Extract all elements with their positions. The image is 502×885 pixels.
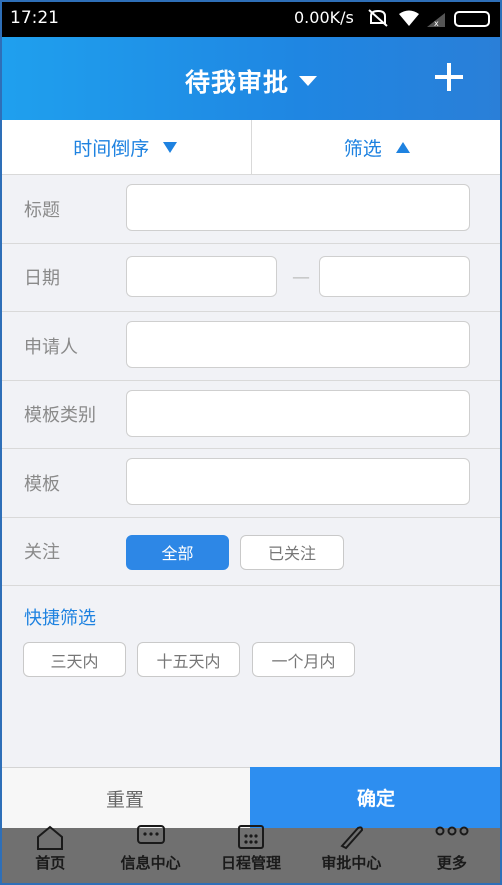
nav-item-messages[interactable]: 信息中心 <box>100 825 200 885</box>
template-row: 模板 <box>0 449 502 518</box>
sort-filter-bar: 时间倒序 筛选 <box>0 120 502 175</box>
reset-button[interactable]: 重置 <box>0 767 250 828</box>
applicant-input[interactable] <box>126 321 470 368</box>
header-title-dropdown[interactable]: 待我审批 <box>0 63 502 99</box>
title-label: 标题 <box>24 199 60 221</box>
tab-filter[interactable]: 筛选 <box>252 120 502 174</box>
network-speed: 0.00K/s <box>294 8 354 27</box>
nav-item-approval[interactable]: 审批中心 <box>301 826 401 885</box>
plus-icon[interactable] <box>433 61 465 93</box>
template-category-row: 模板类别 <box>0 381 502 449</box>
date-from-input[interactable] <box>126 255 277 297</box>
nav-label-messages: 信息中心 <box>120 854 181 872</box>
quick-filter-one-month[interactable]: 一个月内 <box>252 642 355 677</box>
template-label: 模板 <box>24 473 60 495</box>
quick-filter-section: 快捷筛选 三天内 十五天内 一个月内 <box>0 586 502 696</box>
date-row: 日期 — <box>0 244 502 312</box>
title-row: 标题 <box>0 175 502 244</box>
date-separator: — <box>292 266 310 288</box>
follow-followed-button[interactable]: 已关注 <box>240 534 344 570</box>
svg-text:x: x <box>434 19 439 28</box>
confirm-button[interactable]: 确定 <box>250 767 502 828</box>
nav-item-home[interactable]: 首页 <box>0 825 100 885</box>
nav-item-more[interactable]: 更多 <box>402 826 502 885</box>
tab-sort-time-desc[interactable]: 时间倒序 <box>0 120 252 174</box>
page-title: 待我审批 <box>184 68 289 97</box>
template-input[interactable] <box>126 458 470 505</box>
chevron-down-icon <box>299 76 317 86</box>
quick-filter-fifteen-days[interactable]: 十五天内 <box>137 642 240 677</box>
more-icon <box>435 824 469 842</box>
pen-icon <box>336 824 366 854</box>
quick-filter-three-days[interactable]: 三天内 <box>23 642 126 677</box>
filter-actions: 重置 确定 <box>0 767 502 828</box>
nav-item-schedule[interactable]: 日程管理 <box>201 825 301 885</box>
app-header: 待我审批 <box>0 37 502 120</box>
triangle-down-icon <box>163 141 178 153</box>
template-category-label: 模板类别 <box>24 405 96 427</box>
home-icon <box>35 824 65 854</box>
battery-icon <box>454 11 490 27</box>
template-category-input[interactable] <box>126 389 470 437</box>
follow-all-button[interactable]: 全部 <box>126 534 229 570</box>
status-bar: 17:21 0.00K/s x <box>0 0 502 37</box>
status-time: 17:21 <box>10 8 59 28</box>
follow-label: 关注 <box>24 542 60 564</box>
mute-icon <box>367 8 389 32</box>
nav-label-more: 更多 <box>436 854 467 872</box>
tab-filter-label: 筛选 <box>343 137 382 160</box>
triangle-up-icon <box>395 141 410 153</box>
bottom-nav: 首页 信息中心 日程管理 审批中心 更多 <box>0 825 502 885</box>
filter-form: 标题 日期 — 申请人 模板类别 模板 关注 全部 已关注 快捷筛选 三天内 十… <box>0 175 502 696</box>
title-input[interactable] <box>126 184 470 231</box>
wifi-icon <box>397 9 421 32</box>
nav-label-approval: 审批中心 <box>321 854 382 872</box>
applicant-row: 申请人 <box>0 312 502 381</box>
tab-sort-label: 时间倒序 <box>73 137 150 160</box>
date-label: 日期 <box>24 268 60 290</box>
signal-icon: x <box>425 12 447 33</box>
applicant-label: 申请人 <box>24 336 78 358</box>
date-to-input[interactable] <box>319 255 470 297</box>
chat-icon <box>136 824 166 854</box>
quick-filter-title: 快捷筛选 <box>24 608 96 629</box>
follow-row: 关注 全部 已关注 <box>0 518 502 586</box>
nav-label-schedule: 日程管理 <box>221 854 282 872</box>
nav-label-home: 首页 <box>35 854 66 872</box>
calendar-icon <box>236 824 266 854</box>
